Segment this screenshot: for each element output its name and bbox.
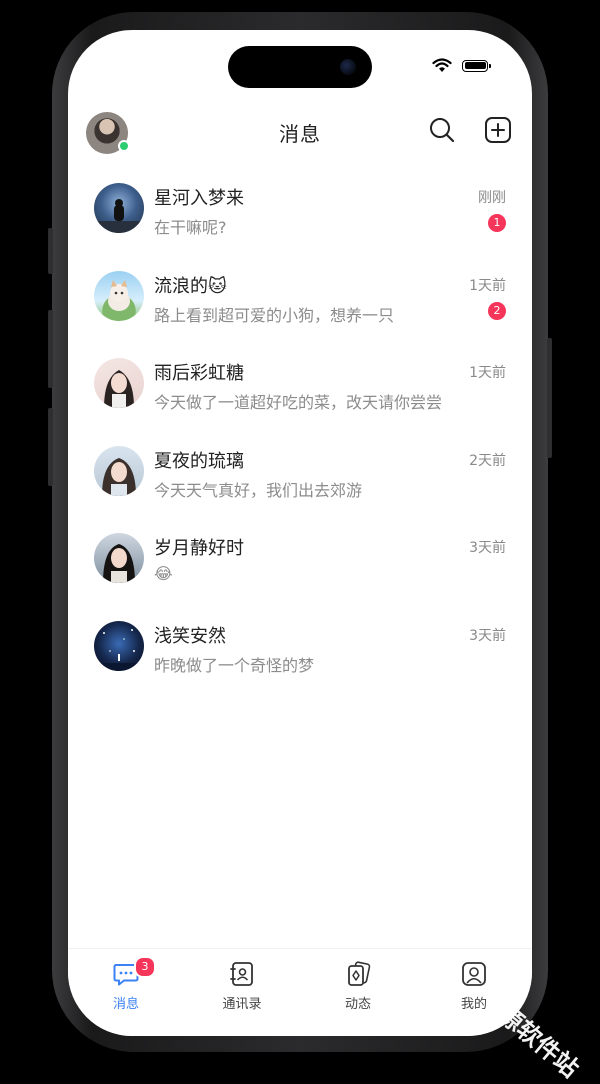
camera-icon bbox=[340, 59, 356, 75]
cards-icon bbox=[348, 961, 371, 986]
chat-item[interactable]: 浅笑安然 3天前 昨晚做了一个奇怪的梦 bbox=[68, 612, 532, 700]
message-time: 1天前 bbox=[469, 365, 506, 381]
message-preview: 路上看到超可爱的小狗，想养一只 bbox=[154, 305, 395, 325]
message-time: 2天前 bbox=[469, 452, 506, 469]
header: 消息 bbox=[68, 112, 532, 158]
tab-badge: 3 bbox=[134, 956, 156, 978]
page-title: 消息 bbox=[279, 122, 321, 146]
chat-item[interactable]: 雨后彩虹糖 1天前 今天做了一道超好吃的菜，改天请你尝尝 bbox=[68, 349, 532, 437]
chat-list: 星河入梦来 刚刚 在干嘛呢? 1 流浪的🐱 1天前 路上看到超可爱的小狗，想养一… bbox=[68, 174, 532, 699]
tab-contacts[interactable]: 通讯录 bbox=[202, 961, 282, 1012]
wifi-icon bbox=[432, 58, 452, 72]
contact-name: 岁月静好时 bbox=[154, 538, 244, 559]
avatar bbox=[94, 445, 144, 496]
avatar bbox=[94, 358, 144, 408]
message-time: 1天前 bbox=[469, 277, 506, 294]
profile-icon bbox=[462, 962, 486, 986]
unread-badge: 2 bbox=[488, 301, 506, 320]
tab-label: 动态 bbox=[344, 997, 371, 1012]
chat-item[interactable]: 星河入梦来 刚刚 在干嘛呢? 1 bbox=[68, 174, 532, 262]
contact-name: 流浪的🐱 bbox=[154, 275, 227, 297]
tab-messages[interactable]: 3 消息 bbox=[86, 956, 166, 1012]
message-preview: 今天做了一道超好吃的菜，改天请你尝尝 bbox=[154, 393, 443, 412]
tab-label: 消息 bbox=[112, 997, 139, 1012]
app-screen: 消息 星河入梦来 刚刚 在干嘛呢? 1 流浪的🐱 1天前 路上看到超可爱的小狗，… bbox=[68, 30, 532, 1036]
tab-bar: 3 消息 通讯录 动态 我的 bbox=[68, 948, 532, 1036]
chat-item[interactable]: 夏夜的琉璃 2天前 今天天气真好，我们出去郊游 bbox=[68, 437, 532, 525]
dynamic-island bbox=[228, 46, 372, 88]
unread-badge: 1 bbox=[488, 214, 506, 232]
status-bar bbox=[432, 58, 491, 73]
add-icon[interactable] bbox=[484, 116, 512, 144]
avatar bbox=[94, 183, 144, 233]
volume-down-button bbox=[48, 408, 53, 486]
contact-name: 雨后彩虹糖 bbox=[154, 363, 244, 384]
avatar bbox=[94, 270, 144, 321]
chat-item[interactable]: 岁月静好时 3天前 😂 bbox=[68, 524, 532, 612]
tab-label: 通讯录 bbox=[222, 997, 262, 1012]
action-button bbox=[48, 228, 53, 274]
message-time: 刚刚 bbox=[478, 190, 506, 206]
contact-name: 浅笑安然 bbox=[154, 625, 226, 647]
message-time: 3天前 bbox=[469, 627, 506, 644]
message-preview: 今天天气真好，我们出去郊游 bbox=[154, 480, 363, 500]
volume-up-button bbox=[48, 310, 53, 388]
power-button bbox=[547, 338, 552, 458]
search-icon[interactable] bbox=[428, 116, 456, 144]
contacts-book-icon bbox=[230, 962, 253, 986]
avatar bbox=[94, 620, 144, 671]
avatar bbox=[94, 533, 144, 583]
chat-item[interactable]: 流浪的🐱 1天前 路上看到超可爱的小狗，想养一只 2 bbox=[68, 262, 532, 350]
message-time: 3天前 bbox=[469, 540, 506, 556]
contact-name: 星河入梦来 bbox=[154, 188, 244, 209]
contact-name: 夏夜的琉璃 bbox=[154, 450, 244, 472]
message-preview: 😂 bbox=[154, 564, 173, 583]
message-preview: 在干嘛呢? bbox=[154, 218, 227, 237]
battery-icon bbox=[462, 59, 491, 72]
message-preview: 昨晚做了一个奇怪的梦 bbox=[154, 655, 315, 675]
tab-moments[interactable]: 动态 bbox=[318, 961, 398, 1012]
